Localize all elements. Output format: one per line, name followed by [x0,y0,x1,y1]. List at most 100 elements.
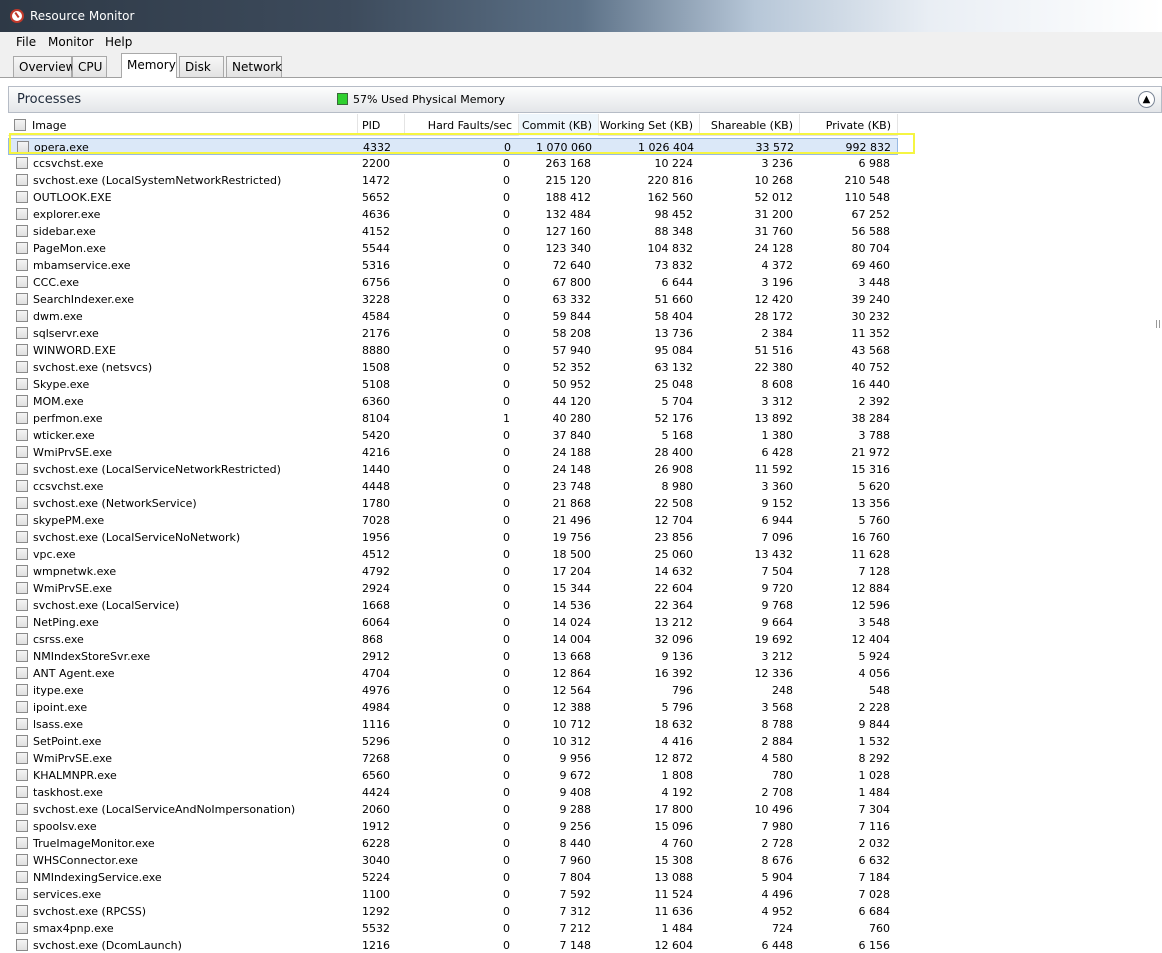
row-checkbox[interactable] [16,242,28,254]
select-all-checkbox[interactable] [14,119,26,131]
row-checkbox[interactable] [16,361,28,373]
table-row[interactable]: sqlservr.exe 2176 0 58 208 13 736 2 384 11 352 [8,325,898,342]
row-checkbox[interactable] [16,463,28,475]
table-row[interactable]: ANT Agent.exe 4704 0 12 864 16 392 12 336 4 05… [8,665,898,682]
table-row[interactable]: NMIndexStoreSvr.exe 2912 0 13 668 9 136 3 212… [8,648,898,665]
row-checkbox[interactable] [16,259,28,271]
table-row[interactable]: ccsvchst.exe 4448 0 23 748 8 980 3 360 5 620 [8,478,898,495]
row-checkbox[interactable] [16,429,28,441]
row-checkbox[interactable] [16,378,28,390]
table-row[interactable]: itype.exe 4976 0 12 564 796 248 548 [8,682,898,699]
row-checkbox[interactable] [16,599,28,611]
table-row[interactable]: SetPoint.exe 5296 0 10 312 4 416 2 884 1 532 [8,733,898,750]
table-row[interactable]: WmiPrvSE.exe 2924 0 15 344 22 604 9 720 12 884 [8,580,898,597]
row-checkbox[interactable] [16,480,28,492]
row-checkbox[interactable] [16,667,28,679]
row-checkbox[interactable] [16,752,28,764]
table-row[interactable]: svchost.exe (LocalService) 1668 0 14 536 22 … [8,597,898,614]
column-commit[interactable]: Commit (KB) [519,114,599,136]
row-checkbox[interactable] [16,514,28,526]
tab-network[interactable]: Network [226,56,282,77]
table-row[interactable]: mbamservice.exe 5316 0 72 640 73 832 4 372 69 … [8,257,898,274]
table-row[interactable]: smax4pnp.exe 5532 0 7 212 1 484 724 760 [8,920,898,937]
row-checkbox[interactable] [17,141,29,153]
chevron-up-icon[interactable]: ▲ [1138,91,1155,108]
table-row[interactable]: svchost.exe (NetworkService) 1780 0 21 868 2… [8,495,898,512]
table-row[interactable]: wmpnetwk.exe 4792 0 17 204 14 632 7 504 7 128 [8,563,898,580]
table-row[interactable]: lsass.exe 1116 0 10 712 18 632 8 788 9 844 [8,716,898,733]
menu-monitor[interactable]: Monitor [48,35,94,49]
table-row[interactable]: csrss.exe 868 0 14 004 32 096 19 692 12 404 [8,631,898,648]
row-checkbox[interactable] [16,446,28,458]
tab-disk[interactable]: Disk [179,56,224,77]
table-row[interactable]: KHALMNPR.exe 6560 0 9 672 1 808 780 1 028 [8,767,898,784]
row-checkbox[interactable] [16,735,28,747]
table-row[interactable]: perfmon.exe 8104 1 40 280 52 176 13 892 38 284 [8,410,898,427]
table-row[interactable]: SearchIndexer.exe 3228 0 63 332 51 660 12 420… [8,291,898,308]
table-row[interactable]: NMIndexingService.exe 5224 0 7 804 13 088 5 9… [8,869,898,886]
table-row[interactable]: svchost.exe (LocalServiceNoNetwork) 1956 0… [8,529,898,546]
row-checkbox[interactable] [16,616,28,628]
menu-help[interactable]: Help [105,35,132,49]
row-checkbox[interactable] [16,276,28,288]
row-checkbox[interactable] [16,497,28,509]
table-row[interactable]: wticker.exe 5420 0 37 840 5 168 1 380 3 788 [8,427,898,444]
table-row[interactable]: MOM.exe 6360 0 44 120 5 704 3 312 2 392 [8,393,898,410]
column-pid[interactable]: PID [358,114,405,136]
table-row[interactable]: TrueImageMonitor.exe 6228 0 8 440 4 760 2 728… [8,835,898,852]
table-row[interactable]: dwm.exe 4584 0 59 844 58 404 28 172 30 232 [8,308,898,325]
table-row[interactable]: ipoint.exe 4984 0 12 388 5 796 3 568 2 228 [8,699,898,716]
table-row[interactable]: svchost.exe (RPCSS) 1292 0 7 312 11 636 4 952… [8,903,898,920]
row-checkbox[interactable] [16,820,28,832]
table-row[interactable]: Skype.exe 5108 0 50 952 25 048 8 608 16 440 [8,376,898,393]
row-checkbox[interactable] [16,225,28,237]
tab-overview[interactable]: Overview [13,56,76,77]
tab-memory[interactable]: Memory [121,53,177,78]
row-checkbox[interactable] [16,395,28,407]
table-row[interactable]: svchost.exe (netsvcs) 1508 0 52 352 63 132 22… [8,359,898,376]
row-checkbox[interactable] [16,208,28,220]
processes-section-header[interactable]: Processes 57% Used Physical Memory ▲ [8,86,1162,113]
row-checkbox[interactable] [16,888,28,900]
row-checkbox[interactable] [16,633,28,645]
resize-grip[interactable] [1156,320,1160,328]
row-checkbox[interactable] [16,684,28,696]
table-row[interactable]: svchost.exe (LocalServiceNetworkRestrict… [8,461,898,478]
table-row[interactable]: PageMon.exe 5544 0 123 340 104 832 24 128 80 7… [8,240,898,257]
table-row[interactable]: NetPing.exe 6064 0 14 024 13 212 9 664 3 548 [8,614,898,631]
tab-cpu[interactable]: CPU [72,56,107,77]
row-checkbox[interactable] [16,650,28,662]
table-row[interactable]: CCC.exe 6756 0 67 800 6 644 3 196 3 448 [8,274,898,291]
row-checkbox[interactable] [16,582,28,594]
table-row[interactable]: spoolsv.exe 1912 0 9 256 15 096 7 980 7 116 [8,818,898,835]
table-row[interactable]: sidebar.exe 4152 0 127 160 88 348 31 760 56 58… [8,223,898,240]
table-row[interactable]: vpc.exe 4512 0 18 500 25 060 13 432 11 628 [8,546,898,563]
row-checkbox[interactable] [16,837,28,849]
table-row[interactable]: skypePM.exe 7028 0 21 496 12 704 6 944 5 760 [8,512,898,529]
table-row[interactable]: services.exe 1100 0 7 592 11 524 4 496 7 028 [8,886,898,903]
column-shareable[interactable]: Shareable (KB) [700,114,800,136]
table-row[interactable]: WHSConnector.exe 3040 0 7 960 15 308 8 676 6 6… [8,852,898,869]
row-checkbox[interactable] [16,922,28,934]
table-row[interactable]: WmiPrvSE.exe 4216 0 24 188 28 400 6 428 21 972 [8,444,898,461]
row-checkbox[interactable] [16,191,28,203]
row-checkbox[interactable] [16,174,28,186]
row-checkbox[interactable] [16,327,28,339]
column-hard-faults[interactable]: Hard Faults/sec [405,114,519,136]
row-checkbox[interactable] [16,718,28,730]
column-image[interactable]: Image [28,114,358,136]
row-checkbox[interactable] [16,548,28,560]
column-private[interactable]: Private (KB) [800,114,898,136]
table-row[interactable]: opera.exe 4332 0 1 070 060 1 026 404 33 572 99… [8,138,898,155]
table-row[interactable]: WINWORD.EXE 8880 0 57 940 95 084 51 516 43 568 [8,342,898,359]
row-checkbox[interactable] [16,701,28,713]
row-checkbox[interactable] [16,310,28,322]
row-checkbox[interactable] [16,871,28,883]
table-row[interactable]: taskhost.exe 4424 0 9 408 4 192 2 708 1 484 [8,784,898,801]
row-checkbox[interactable] [16,786,28,798]
row-checkbox[interactable] [16,344,28,356]
table-row[interactable]: ccsvchst.exe 2200 0 263 168 10 224 3 236 6 988 [8,155,898,172]
table-row[interactable]: svchost.exe (DcomLaunch) 1216 0 7 148 12 604… [8,937,898,953]
row-checkbox[interactable] [16,565,28,577]
column-working-set[interactable]: Working Set (KB) [599,114,700,136]
